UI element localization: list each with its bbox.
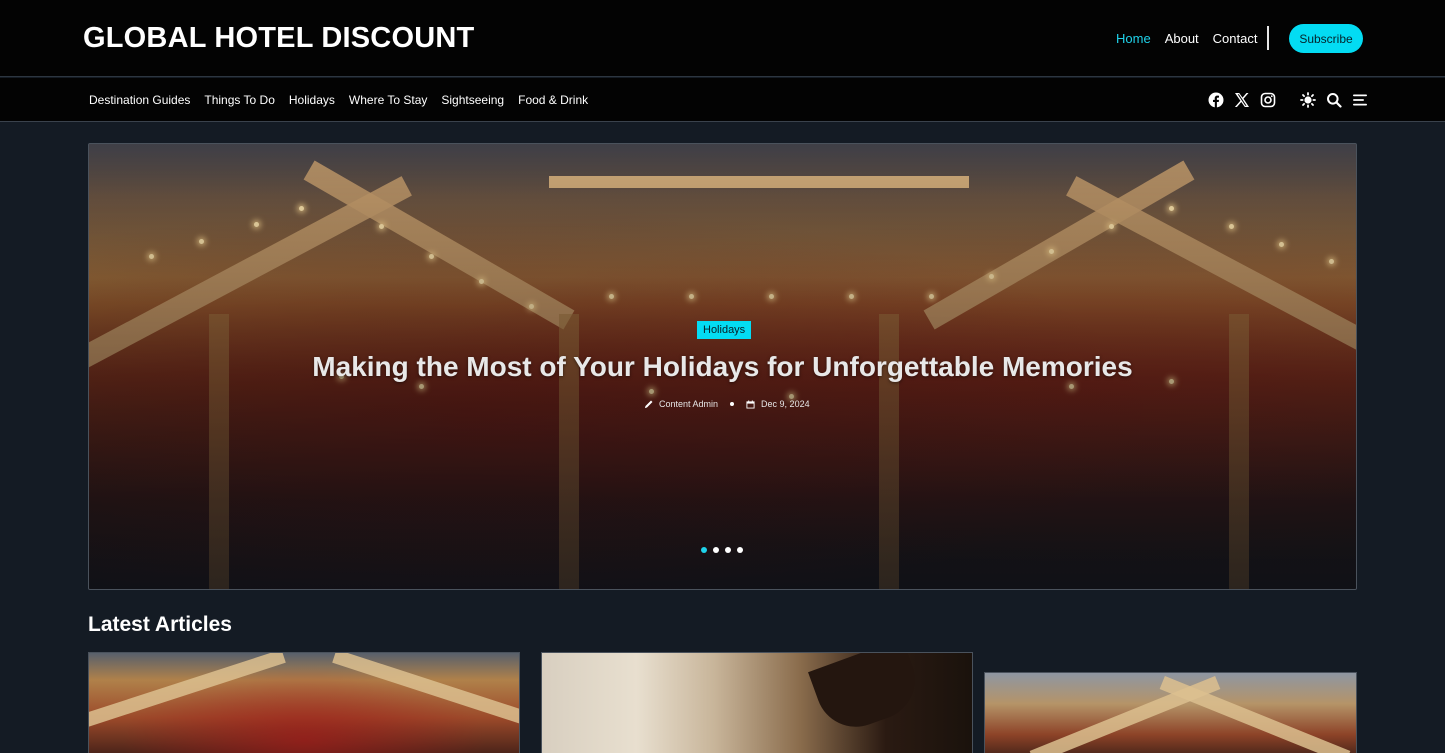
card-image-beam <box>89 653 286 731</box>
header-divider <box>1267 26 1269 50</box>
article-card-3[interactable] <box>984 672 1357 753</box>
nav-contact-link[interactable]: Contact <box>1213 31 1258 46</box>
search-icon[interactable] <box>1324 90 1344 110</box>
category-holidays[interactable]: Holidays <box>289 93 335 107</box>
facebook-icon[interactable] <box>1206 90 1226 110</box>
top-nav: Home About Contact <box>1116 31 1257 46</box>
category-sightseeing[interactable]: Sightseeing <box>441 93 504 107</box>
meta-separator <box>730 402 735 406</box>
category-destination-guides[interactable]: Destination Guides <box>89 93 190 107</box>
theme-toggle-icon[interactable] <box>1298 90 1318 110</box>
article-card-2[interactable] <box>541 652 973 753</box>
slider-dot-4[interactable] <box>737 547 743 553</box>
latest-articles-heading: Latest Articles <box>88 613 232 636</box>
card-image-beam <box>1159 676 1351 753</box>
hero-date: Dec 9, 2024 <box>761 399 810 409</box>
category-nav: Destination Guides Things To Do Holidays… <box>89 93 588 107</box>
site-logo[interactable]: GLOBAL HOTEL DISCOUNT <box>83 22 474 55</box>
calendar-icon <box>746 399 755 409</box>
card-image-beam <box>332 653 519 731</box>
x-icon[interactable] <box>1232 90 1252 110</box>
nav-home-link[interactable]: Home <box>1116 31 1151 46</box>
slider-dot-3[interactable] <box>725 547 731 553</box>
category-bar: Destination Guides Things To Do Holidays… <box>0 78 1445 122</box>
menu-icon[interactable] <box>1350 90 1370 110</box>
slider-dot-1[interactable] <box>701 547 707 553</box>
author-pen-icon <box>644 400 653 408</box>
article-card-1[interactable] <box>88 652 520 753</box>
hero-category-badge[interactable]: Holidays <box>697 321 752 339</box>
category-food-drink[interactable]: Food & Drink <box>518 93 588 107</box>
header-icons <box>1206 90 1370 110</box>
nav-about-link[interactable]: About <box>1165 31 1199 46</box>
subscribe-button[interactable]: Subscribe <box>1289 24 1363 53</box>
hero-meta: Content Admin Dec 9, 2024 <box>644 399 810 409</box>
instagram-icon[interactable] <box>1258 90 1278 110</box>
category-things-to-do[interactable]: Things To Do <box>204 93 274 107</box>
card-image-hand <box>808 653 926 738</box>
category-where-to-stay[interactable]: Where To Stay <box>349 93 427 107</box>
site-header: GLOBAL HOTEL DISCOUNT Home About Contact… <box>0 0 1445 77</box>
slider-dot-2[interactable] <box>713 547 719 553</box>
hero-title[interactable]: Making the Most of Your Holidays for Unf… <box>88 351 1357 383</box>
hero-author[interactable]: Content Admin <box>659 399 718 409</box>
slider-dots <box>701 547 743 553</box>
